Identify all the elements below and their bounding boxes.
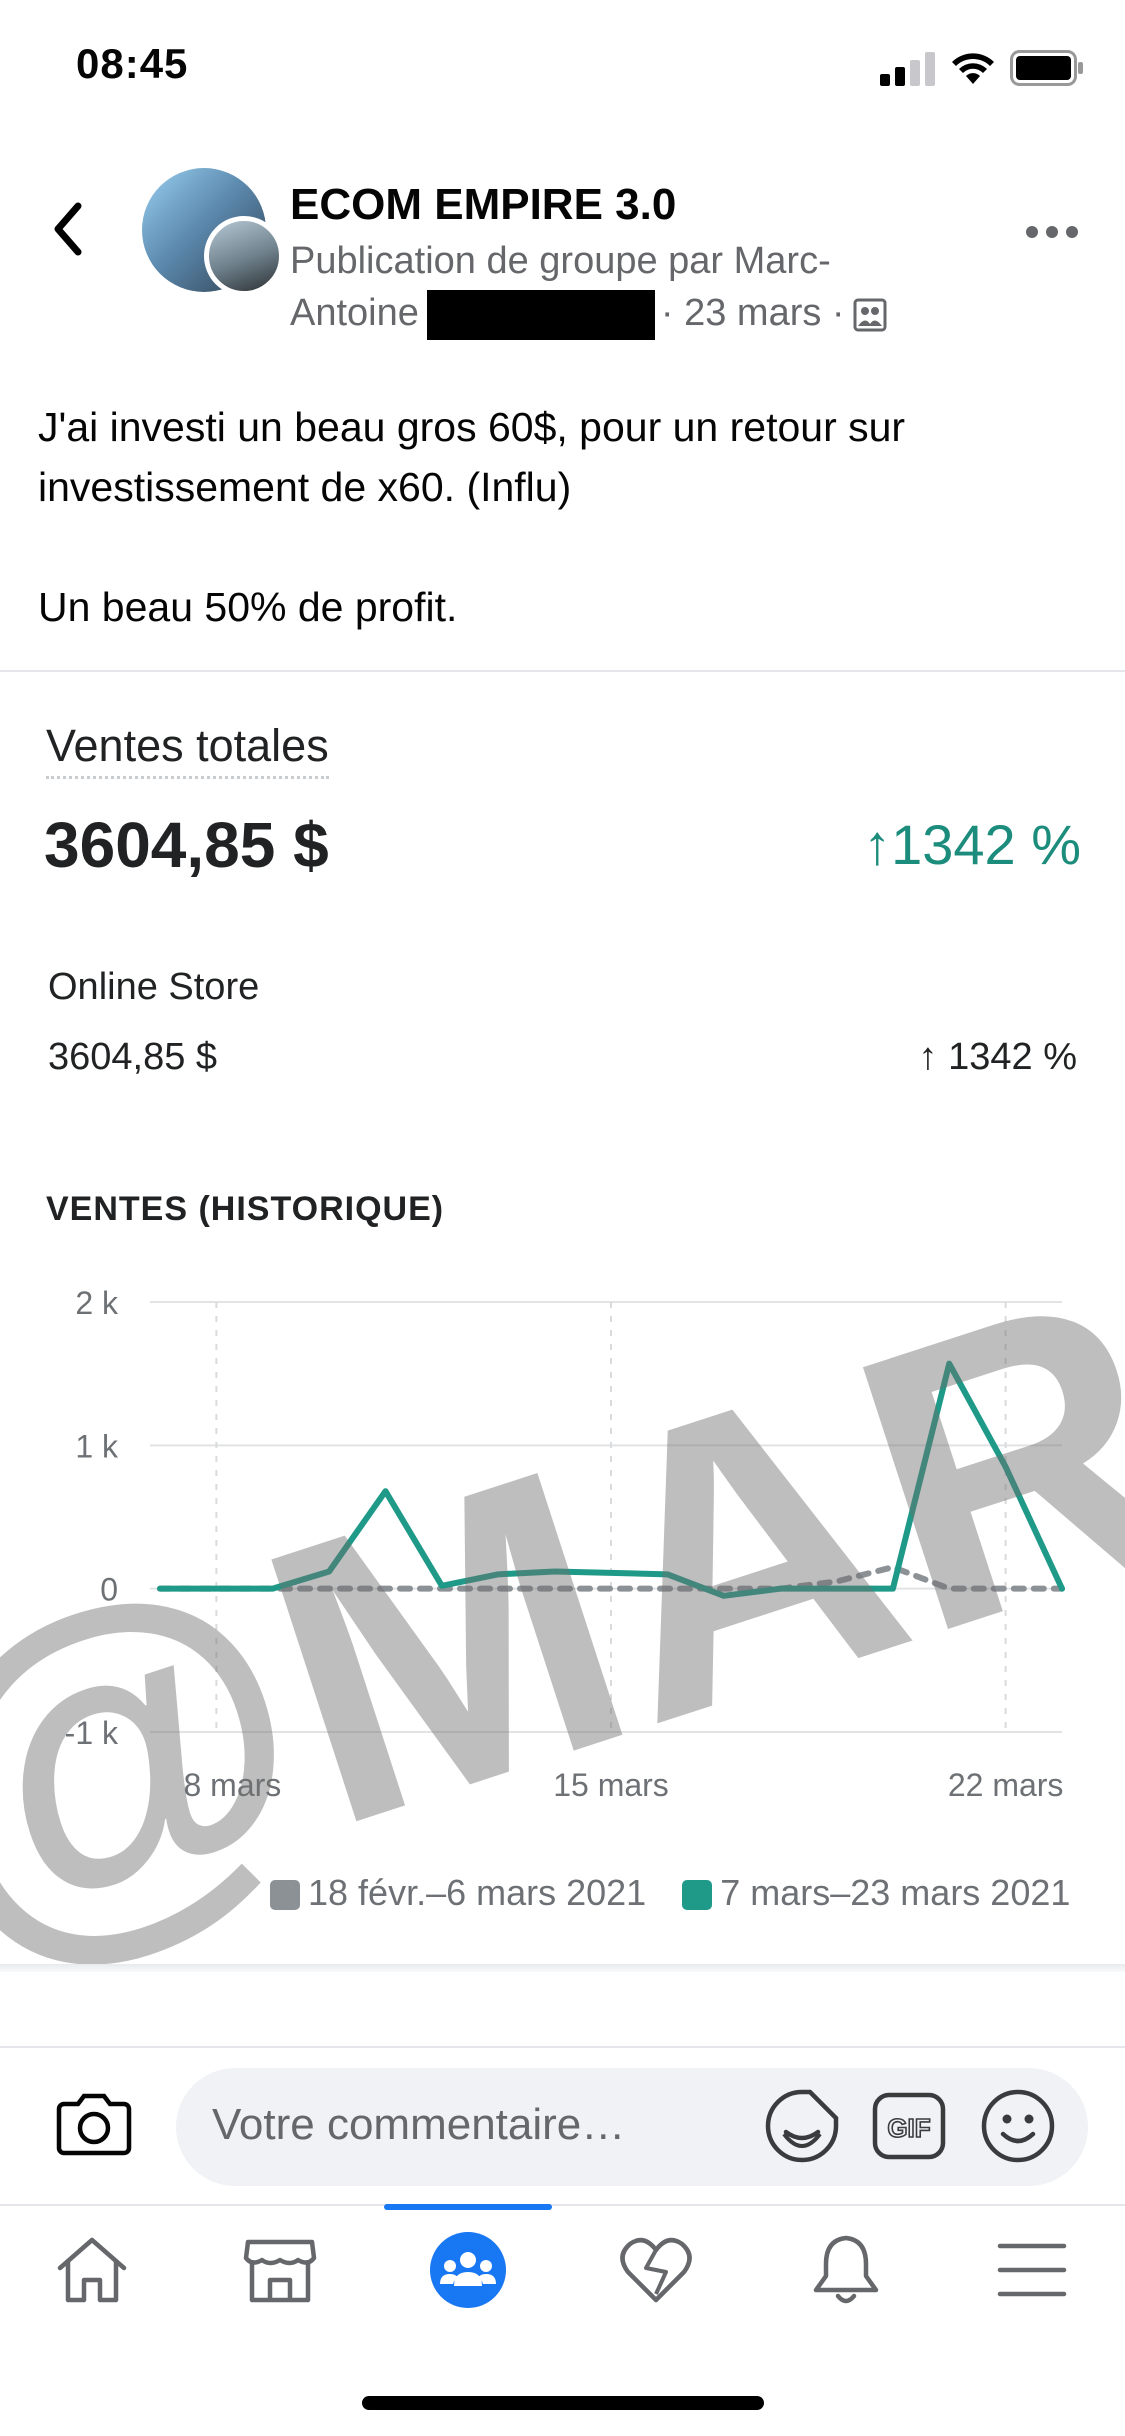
series-line-current	[157, 1360, 1065, 1599]
more-dots-icon[interactable]	[1024, 222, 1080, 242]
cell-signal-icon	[880, 52, 935, 86]
status-time: 08:45	[76, 40, 189, 87]
emoji-icon[interactable]	[980, 2088, 1056, 2164]
online-store-label: Online Store	[48, 966, 260, 1008]
svg-text:GIF: GIF	[887, 2113, 930, 2143]
legend-label-previous: 18 févr.–6 mars 2021	[308, 1872, 647, 1913]
tab-home[interactable]	[52, 2230, 132, 2310]
post-text-line: J'ai investi un beau gros 60$, pour un r…	[38, 404, 906, 450]
marketplace-icon	[243, 2239, 317, 2303]
post-text-line: investissement de x60. (Influ)	[38, 464, 572, 510]
gif-icon[interactable]: GIF	[872, 2092, 946, 2160]
online-store-change: ↑ 1342 %	[918, 1036, 1077, 1078]
menu-icon	[997, 2243, 1067, 2297]
group-name[interactable]: ECOM EMPIRE 3.0	[290, 180, 676, 230]
divider	[0, 670, 1125, 672]
online-store-value: 3604,85 $	[48, 1036, 218, 1078]
groups-icon	[430, 2232, 506, 2308]
post-meta-line2: Antoine · 23 mars ·	[290, 290, 887, 340]
camera-icon[interactable]	[56, 2088, 132, 2158]
divider	[0, 2046, 1125, 2048]
total-sales-value: 3604,85 $	[44, 809, 329, 881]
home-icon	[57, 2237, 127, 2303]
post-meta-line1: Publication de groupe par Marc-	[290, 240, 831, 282]
tab-dating[interactable]	[616, 2230, 696, 2310]
legend-swatch-previous	[270, 1880, 300, 1911]
x-tick-label: 8 mars	[183, 1767, 281, 1803]
legend-label-current: 7 mars–23 mars 2021	[720, 1872, 1071, 1913]
comment-placeholder[interactable]: Votre commentaire…	[212, 2100, 625, 2150]
home-indicator	[362, 2396, 764, 2410]
notifications-bell-icon	[813, 2235, 879, 2304]
x-tick-label: 15 mars	[553, 1767, 669, 1803]
total-sales-title: Ventes totales	[46, 720, 329, 779]
y-tick-label: 1 k	[75, 1428, 119, 1464]
y-tick-label: -1 k	[65, 1715, 119, 1751]
battery-icon	[1010, 50, 1083, 86]
tab-marketplace[interactable]	[240, 2230, 320, 2310]
chart-title: VENTES (HISTORIQUE)	[46, 1190, 445, 1228]
wifi-icon	[952, 53, 994, 84]
back-chevron-icon[interactable]	[48, 200, 88, 258]
tab-menu[interactable]	[992, 2230, 1072, 2310]
chart-legend: 18 févr.–6 mars 2021 7 mars–23 mars 2021	[270, 1872, 1070, 1914]
total-sales-change: ↑1342 %	[863, 813, 1081, 876]
sales-history-chart: 2 k 1 k 0 -1 k 8 mars 15 mars 22 mars	[65, 1285, 1065, 1803]
legend-swatch-current	[682, 1880, 713, 1911]
author-first-name[interactable]: Antoine	[290, 292, 419, 334]
active-tab-indicator	[384, 2204, 552, 2210]
x-tick-label: 22 mars	[948, 1767, 1064, 1803]
redacted-name	[426, 290, 655, 340]
y-tick-label: 2 k	[75, 1285, 119, 1321]
sticker-icon[interactable]	[764, 2088, 840, 2164]
tab-groups[interactable]	[428, 2230, 508, 2310]
card-edge	[0, 1964, 1125, 1972]
author-avatar[interactable]	[204, 216, 284, 296]
dating-heart-icon	[620, 2237, 692, 2303]
post-text-line: Un beau 50% de profit.	[38, 584, 458, 630]
divider	[0, 2204, 1125, 2206]
tab-notifications[interactable]	[806, 2230, 886, 2310]
post-date[interactable]: · 23 mars ·	[661, 292, 845, 334]
group-privacy-icon	[853, 298, 887, 332]
y-tick-label: 0	[100, 1572, 118, 1608]
